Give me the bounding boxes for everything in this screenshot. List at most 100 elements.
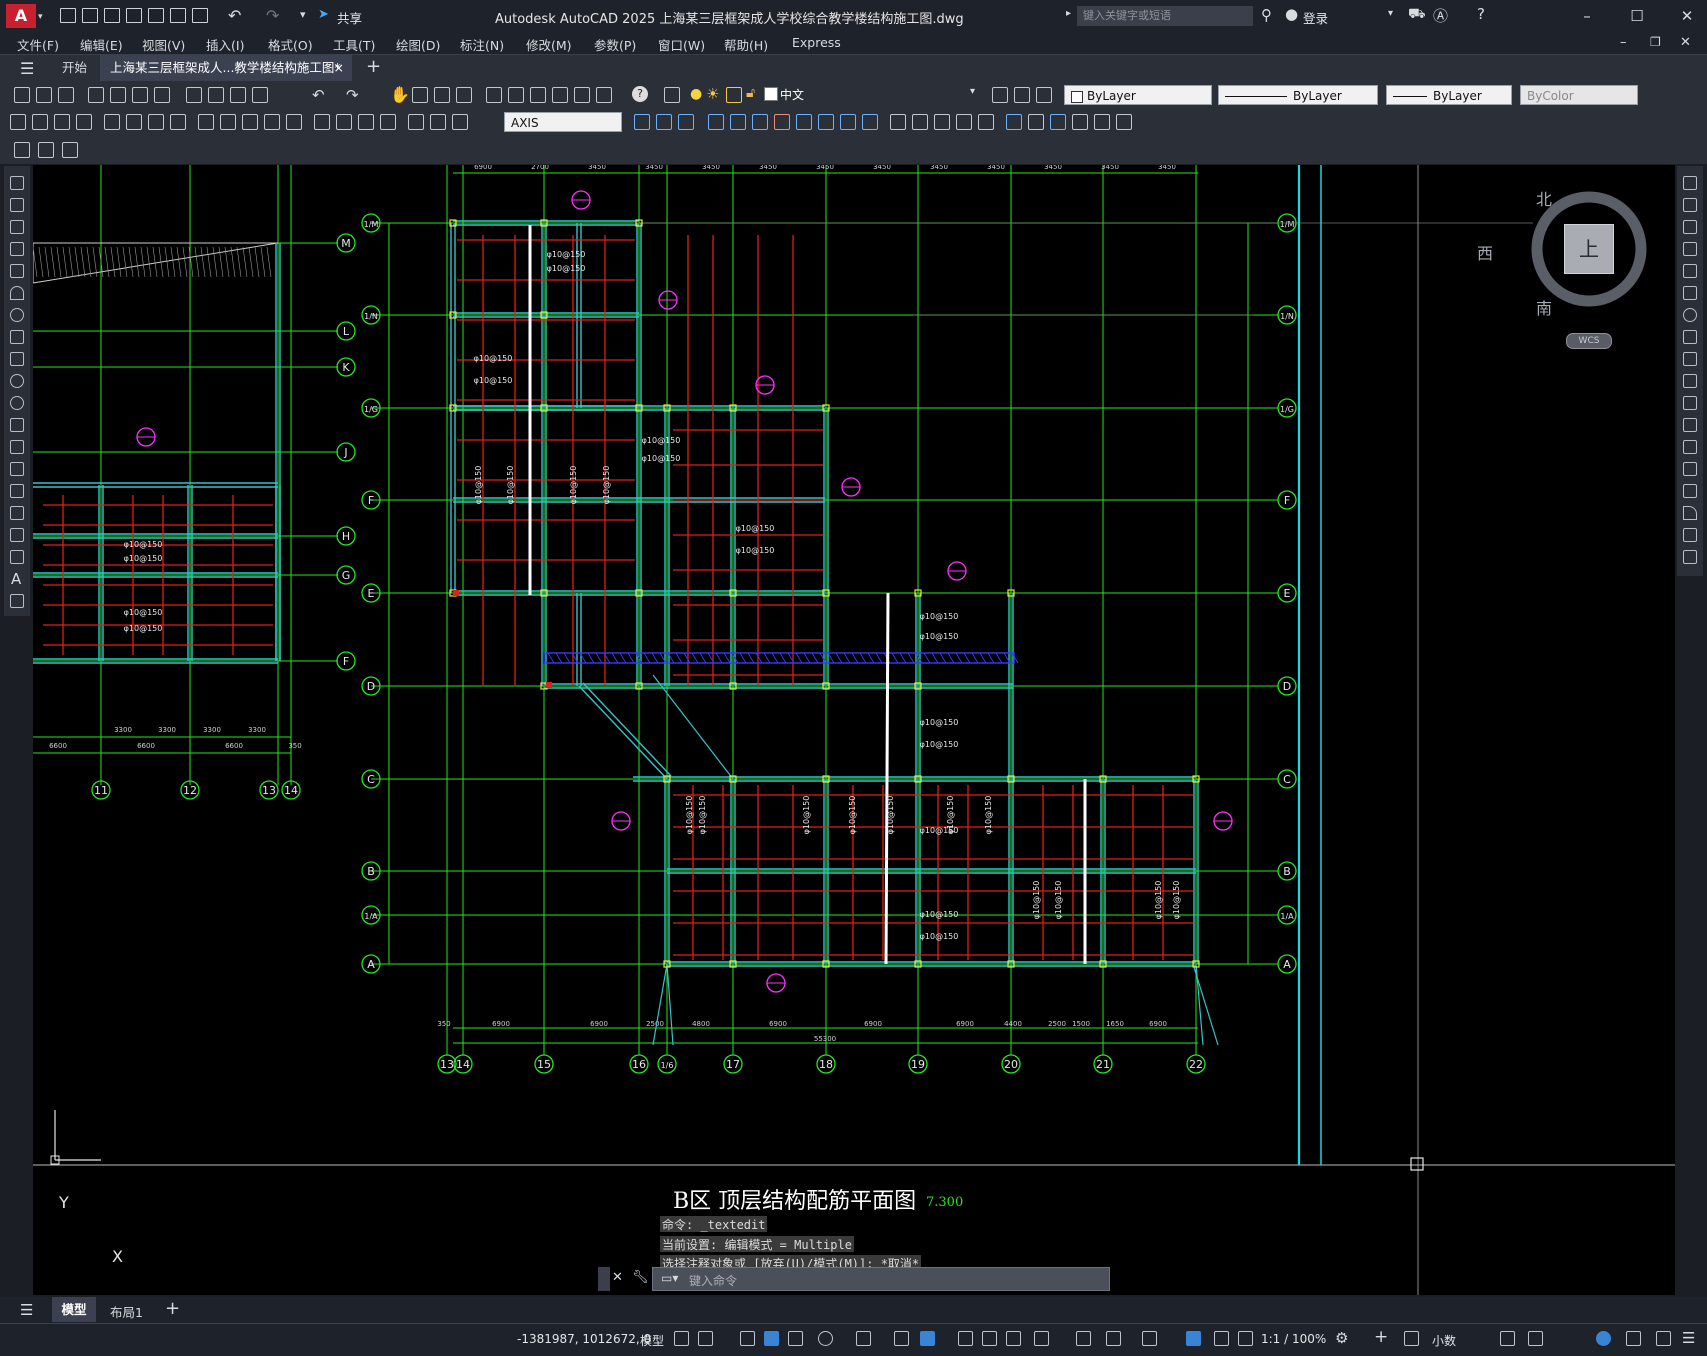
quick-properties-icon[interactable] (1500, 1331, 1515, 1346)
array-icon[interactable] (1683, 264, 1697, 278)
modify-icon-16[interactable] (1050, 114, 1066, 130)
baseline-dim-icon[interactable] (220, 114, 236, 130)
make-block-icon[interactable] (10, 440, 24, 454)
command-grip[interactable] (598, 1267, 610, 1291)
ellipse-arc-icon[interactable] (10, 396, 24, 410)
model-space-toggle[interactable]: 模型 (640, 1332, 664, 1349)
linear-dim-icon[interactable] (10, 114, 26, 130)
diameter-dim-icon[interactable] (148, 114, 164, 130)
help-tool-icon[interactable]: ? (632, 86, 648, 102)
color-control[interactable]: ByLayer (1064, 85, 1212, 105)
menu-dimension[interactable]: 标注(N) (460, 35, 504, 54)
units-icon[interactable] (1404, 1331, 1419, 1346)
object-snap-tracking-icon[interactable] (894, 1331, 909, 1346)
grid-icon[interactable] (674, 1331, 689, 1346)
drawing-canvas[interactable]: 1/M 1/M 1/N 1/N 1/G 1/G F F E E D D C C B B 1/A 1/A A A 13 14… (33, 165, 1675, 1295)
cart-icon[interactable]: ⛟ (1408, 6, 1426, 24)
modify-icon-9[interactable] (890, 114, 906, 130)
modify-icon-10[interactable] (912, 114, 928, 130)
revcloud-icon[interactable] (10, 330, 24, 344)
polyline-icon[interactable] (10, 220, 24, 234)
3d-osnap-icon[interactable] (1034, 1331, 1049, 1346)
modify-icon-3[interactable] (752, 114, 768, 130)
cursor-coordinates[interactable]: -1381987, 1012672, 0 (517, 1332, 651, 1346)
menu-draw[interactable]: 绘图(D) (396, 35, 440, 54)
close-icon[interactable]: ✕ (1677, 6, 1697, 26)
point-icon[interactable] (10, 462, 24, 476)
modify-icon-14[interactable] (1006, 114, 1022, 130)
publish-icon[interactable] (132, 87, 148, 103)
stretch-icon[interactable] (1683, 352, 1697, 366)
print-icon[interactable] (88, 87, 104, 103)
menu-format[interactable]: 格式(O) (268, 35, 313, 54)
command-customize-icon[interactable]: 🔧︎ (632, 1270, 649, 1285)
jogged-linear-icon[interactable] (380, 114, 396, 130)
dim-text-edit-icon[interactable] (430, 114, 446, 130)
new-tab-icon[interactable]: + (366, 56, 381, 77)
spline-icon[interactable] (10, 352, 24, 366)
lineweight-icon[interactable] (958, 1331, 973, 1346)
snap-icon[interactable] (698, 1331, 713, 1346)
layer-lock-icon[interactable]: 🔓︎ (746, 85, 755, 101)
ordinate-dim-icon[interactable] (76, 114, 92, 130)
command-close-icon[interactable]: ✕ (612, 1270, 623, 1285)
save-as-icon[interactable] (126, 8, 142, 23)
modify-icon-15[interactable] (1028, 114, 1044, 130)
inspection-icon[interactable] (358, 114, 374, 130)
scale-icon[interactable] (1683, 330, 1697, 344)
move-icon[interactable] (1683, 286, 1697, 300)
rectangle-icon[interactable] (10, 264, 24, 278)
infer-constraints-icon[interactable] (740, 1331, 755, 1346)
modify-icon-7[interactable] (840, 114, 856, 130)
modify-icon-11[interactable] (934, 114, 950, 130)
units-control[interactable]: 小数 (1432, 1332, 1456, 1349)
dynamic-ucs-icon[interactable] (1076, 1331, 1091, 1346)
app-menu-button[interactable]: A (6, 4, 36, 28)
minimize-icon[interactable]: – (1577, 6, 1597, 26)
arc-icon[interactable] (10, 286, 24, 300)
undo-tool-icon[interactable]: ↶ (312, 86, 325, 104)
menu-modify[interactable]: 修改(M) (526, 35, 572, 54)
modify-icon-13[interactable] (978, 114, 994, 130)
design-center-icon[interactable] (508, 87, 524, 103)
tab-model[interactable]: 模型 (52, 1297, 96, 1322)
modify-icon-1[interactable] (708, 114, 724, 130)
chamfer-icon[interactable] (1683, 484, 1697, 498)
layer-viewport-icon[interactable] (726, 87, 742, 103)
cut-icon[interactable] (186, 87, 202, 103)
viewcube-top-face[interactable]: 上 (1564, 224, 1614, 274)
doc-minimize-icon[interactable]: – (1620, 35, 1627, 50)
construction-line-icon[interactable] (10, 198, 24, 212)
insert-block-icon[interactable] (38, 142, 54, 158)
modify-icon-18[interactable] (1094, 114, 1110, 130)
polar-icon[interactable] (818, 1331, 833, 1346)
current-layer-name[interactable]: 中文 (780, 86, 804, 103)
annotation-visibility-icon[interactable] (1186, 1331, 1201, 1346)
menu-window[interactable]: 窗口(W) (658, 35, 705, 54)
quick-dim-icon[interactable] (198, 114, 214, 130)
viewcube-south[interactable]: 南 (1533, 295, 1555, 319)
tab-drawing[interactable]: 上海某三层框架成人...教学楼结构施工图* × (100, 55, 352, 81)
doc-restore-icon[interactable]: ❐ (1650, 35, 1661, 49)
tab-layout1[interactable]: 布局1 (110, 1302, 143, 1321)
modify-icon-6[interactable] (818, 114, 834, 130)
tolerance-icon[interactable] (314, 114, 330, 130)
polygon-icon[interactable] (10, 242, 24, 256)
modify-icon-5[interactable] (796, 114, 812, 130)
mtext-icon[interactable]: A (11, 570, 21, 588)
ellipse-icon[interactable] (10, 374, 24, 388)
viewport-icon-2[interactable] (678, 114, 694, 130)
workspace-gear-icon[interactable]: ⚙ (1335, 1329, 1348, 1347)
layer-walk-icon[interactable] (62, 142, 78, 158)
menu-tools[interactable]: 工具(T) (333, 35, 375, 54)
preview-icon[interactable] (110, 87, 126, 103)
zoom-window-icon[interactable] (434, 87, 450, 103)
layer-thaw-icon[interactable]: ☀ (706, 85, 719, 103)
gradient-icon[interactable] (10, 506, 24, 520)
menu-edit[interactable]: 编辑(E) (80, 35, 123, 54)
table-icon[interactable] (10, 550, 24, 564)
share-button[interactable]: 共享 (337, 8, 362, 27)
search-input[interactable]: 键入关键字或短语 (1077, 6, 1253, 26)
dim-style-control[interactable]: AXIS (504, 112, 622, 132)
layer-states-icon[interactable] (1036, 87, 1052, 103)
